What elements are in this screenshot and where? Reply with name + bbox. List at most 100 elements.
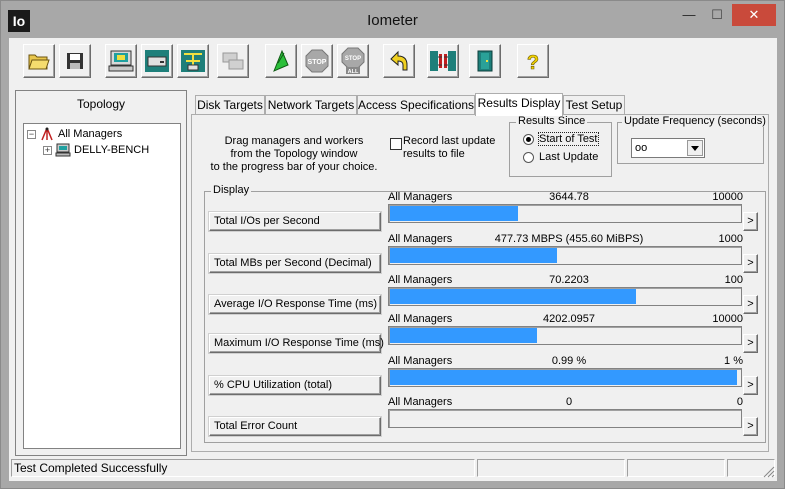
metric-source-label: All Managers [388,233,453,245]
metric-max: 10000 [712,313,743,325]
drag-hint-text: Drag managers and workers from the Topol… [210,135,378,173]
progress-bar[interactable] [388,204,742,223]
status-cell-2 [477,459,625,477]
resize-grip-icon[interactable] [761,464,775,478]
expand-toggle[interactable]: + [43,145,52,155]
exit-door-icon [477,50,493,72]
close-button[interactable]: ✕ [732,4,776,26]
save-config-button[interactable] [59,44,91,78]
metric-select-button[interactable]: Total Error Count [209,417,381,436]
progress-bar[interactable] [388,368,742,387]
progress-bar[interactable] [388,326,742,345]
progress-bar-fill [390,206,518,221]
chevron-down-icon[interactable] [687,140,703,156]
maximize-button[interactable]: ☐ [704,4,730,26]
metric-value: 0.99 % [551,355,587,367]
exit-button[interactable] [469,44,501,78]
duplicate-worker-button[interactable] [217,44,249,78]
progress-bar[interactable] [388,246,742,265]
client-area: STOP STOP ALL ? Topology − All Managers … [9,38,777,481]
radio-start-of-test-label[interactable]: Start of Test [538,132,599,146]
show-results-button[interactable] [105,44,137,78]
exit-manager-button[interactable] [427,44,459,78]
metric-source-label: All Managers [388,396,453,408]
tab-results-display[interactable]: Results Display [475,93,563,116]
status-cell-3 [627,459,725,477]
network-worker-icon [181,50,205,72]
tab-network-targets[interactable]: Network Targets [265,95,357,115]
display-title: Display [211,184,252,196]
radio-start-of-test[interactable] [523,134,534,145]
update-frequency-value: oo [635,142,648,154]
metric-source-label: All Managers [388,191,453,203]
minimize-button[interactable]: — [674,4,704,26]
update-frequency-select[interactable]: oo [631,138,705,158]
stop-all-icon: STOP ALL [341,47,365,75]
progress-bar[interactable] [388,409,742,428]
collapse-toggle[interactable]: − [27,129,36,139]
green-flag-icon [273,49,289,72]
record-results-checkbox[interactable] [390,138,402,150]
open-config-button[interactable] [23,44,55,78]
all-managers-icon [41,127,53,141]
metric-source-label: All Managers [388,274,453,286]
tab-disk-targets[interactable]: Disk Targets [195,95,265,115]
metric-more-button[interactable]: > [743,417,758,436]
tree-item-delly-bench[interactable]: + DELLY-BENCH [43,143,149,157]
metric-more-button[interactable]: > [743,212,758,231]
topology-title: Topology [76,97,126,111]
toolbar: STOP STOP ALL ? [11,41,773,83]
metric-max: 1000 [718,233,743,245]
metric-max: 10000 [712,191,743,203]
about-button[interactable]: ? [517,44,549,78]
reset-workers-button[interactable] [383,44,415,78]
metric-more-button[interactable]: > [743,254,758,273]
metric-source-label: All Managers [388,355,453,367]
svg-text:STOP: STOP [308,59,327,66]
tab-access-specifications[interactable]: Access Specifications [357,95,475,115]
stop-test-button[interactable]: STOP [301,44,333,78]
tree-item-all-managers[interactable]: − All Managers [27,127,122,141]
tree-item-label: All Managers [58,128,123,140]
window-title: Iometer [367,12,418,29]
svg-text:ALL: ALL [348,69,359,75]
new-network-worker-button[interactable] [177,44,209,78]
metric-value: 4202.0957 [543,313,595,325]
tab-test-setup[interactable]: Test Setup [563,95,625,115]
metric-max: 100 [724,274,743,286]
svg-text:STOP: STOP [345,56,361,62]
new-disk-worker-button[interactable] [141,44,173,78]
radio-last-update[interactable] [523,152,534,163]
metric-select-button[interactable]: Total MBs per Second (Decimal) [209,254,381,273]
metric-select-button[interactable]: Average I/O Response Time (ms) [209,295,381,314]
metric-max: 1 % [724,355,743,367]
duplicate-worker-icon [222,52,244,70]
metric-more-button[interactable]: > [743,376,758,395]
metric-more-button[interactable]: > [743,295,758,314]
metric-select-button[interactable]: Total I/Os per Second [209,212,381,231]
metric-more-button[interactable]: > [743,334,758,353]
progress-bar-fill [390,289,636,304]
radio-last-update-label[interactable]: Last Update [539,151,598,163]
computer-icon [108,50,134,72]
metric-select-button[interactable]: Maximum I/O Response Time (ms) [209,334,384,353]
metric-value: 70.2203 [549,274,589,286]
record-results-label[interactable]: Record last update results to file [403,135,509,161]
progress-bar-fill [390,370,737,385]
reset-arrow-icon [390,50,408,71]
status-message: Test Completed Successfully [11,459,475,477]
disconnect-icon [430,51,456,71]
start-tests-button[interactable] [265,44,297,78]
results-since-title: Results Since [516,115,588,127]
topology-tree[interactable]: − All Managers + DELLY-BENCH [23,123,181,449]
progress-bar[interactable] [388,287,742,306]
metric-value: 3644.78 [549,191,589,203]
progress-bar-fill [390,328,537,343]
title-bar[interactable]: Io Iometer — ☐ ✕ [2,2,783,38]
disk-worker-icon [145,50,169,72]
metric-select-button[interactable]: % CPU Utilization (total) [209,376,381,395]
stop-all-button[interactable]: STOP ALL [337,44,369,78]
status-bar: Test Completed Successfully [11,458,775,478]
update-frequency-title: Update Frequency (seconds) [622,115,768,127]
progress-bar-fill [390,248,557,263]
